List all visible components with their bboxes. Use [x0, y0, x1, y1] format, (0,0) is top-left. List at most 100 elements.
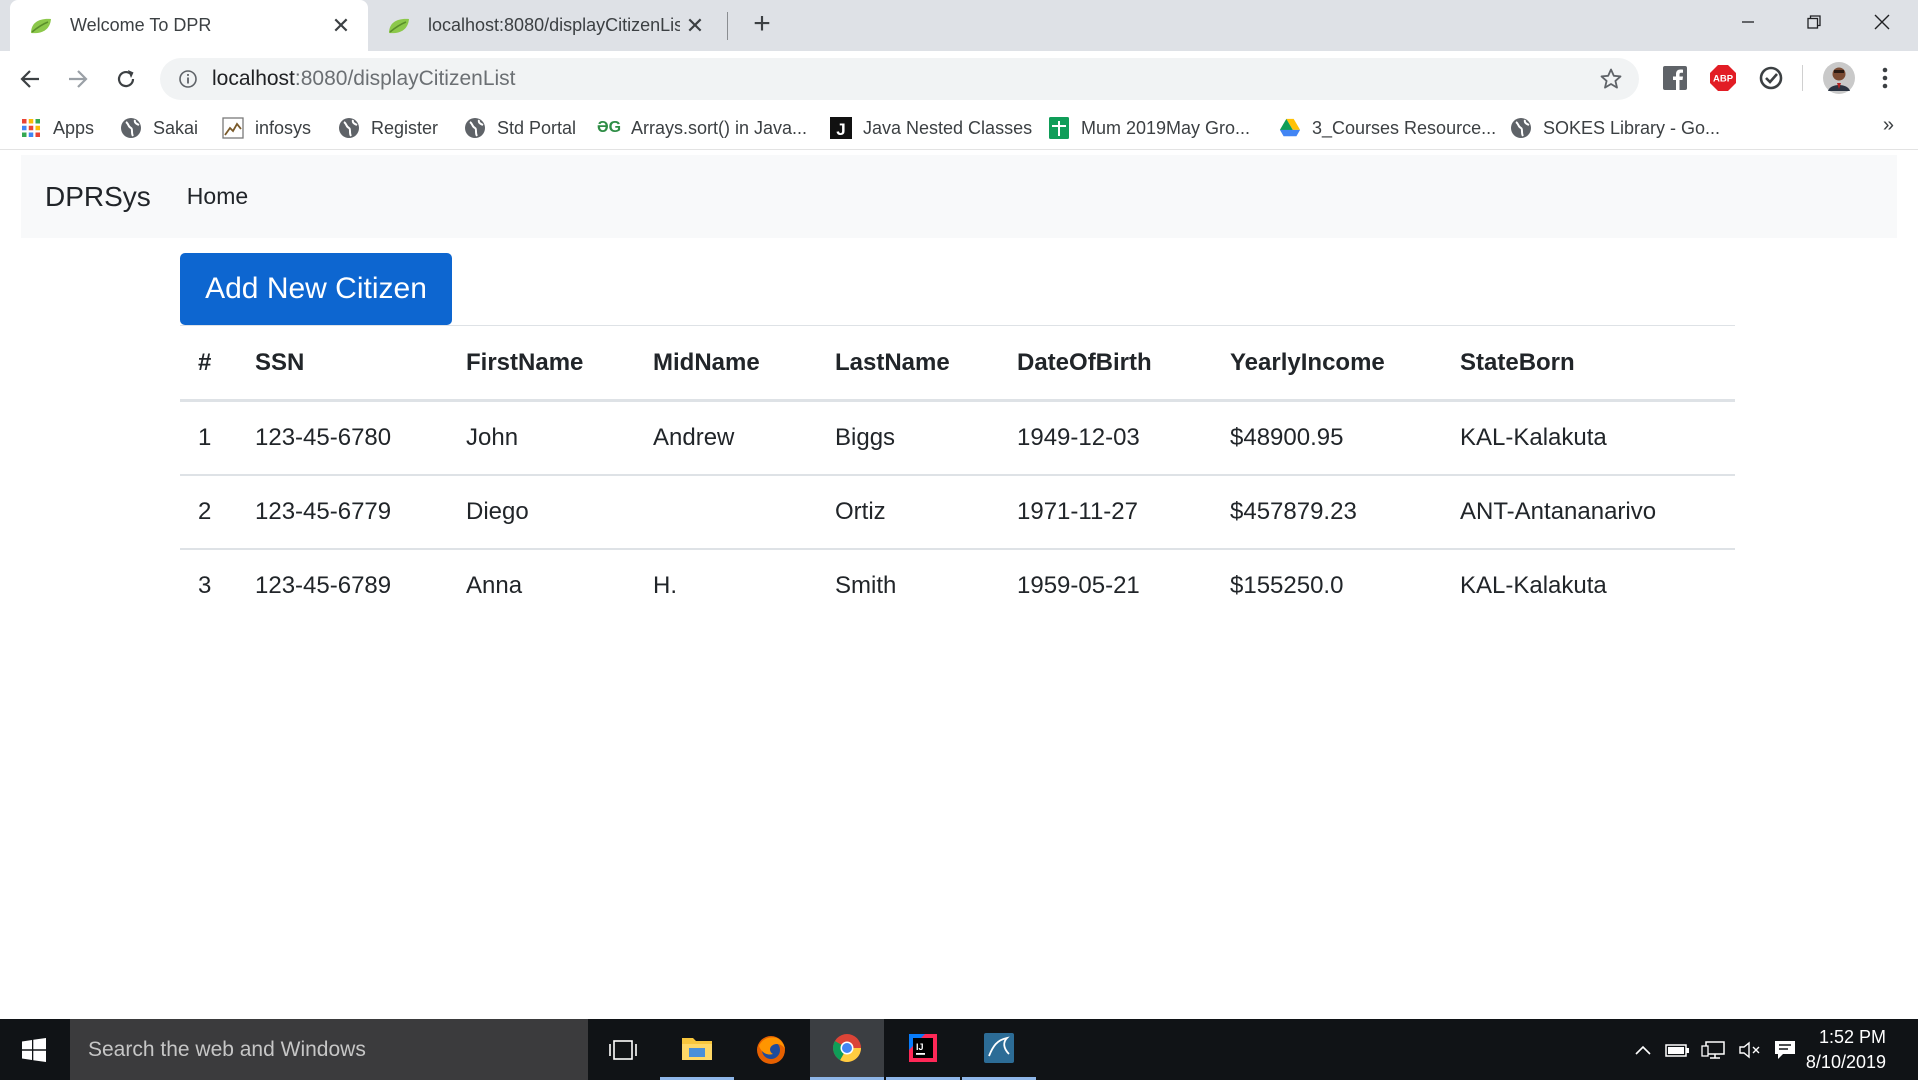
cell-ssn: 123-45-6789	[255, 572, 392, 599]
bookmark-sokes-library[interactable]: SOKES Library - Go...	[1510, 114, 1720, 142]
svg-text:ABP: ABP	[1713, 74, 1734, 85]
bookmark-label: SOKES Library - Go...	[1543, 117, 1721, 138]
taskbar-clock[interactable]: 1:52 PM 8/10/2019	[1790, 1025, 1886, 1075]
url-host: localhost	[212, 67, 295, 90]
bookmark-label: Sakai	[153, 117, 199, 138]
new-tab-plus-icon[interactable]: +	[746, 8, 778, 42]
add-new-citizen-button[interactable]: Add New Citizen	[180, 253, 452, 325]
drive-icon	[1279, 117, 1301, 139]
cell-firstname: Anna	[466, 572, 523, 599]
clock-date: 8/10/2019	[1805, 1052, 1886, 1072]
task-view-icon[interactable]	[586, 1019, 660, 1080]
volume-muted-icon[interactable]	[1736, 1019, 1764, 1080]
bookmark-mum-2019may[interactable]: Mum 2019May Gro...	[1048, 114, 1250, 142]
globe-icon	[338, 117, 360, 139]
sync-extension-icon[interactable]	[1756, 63, 1786, 93]
browser-tab-active[interactable]: Welcome To DPR ✕	[10, 0, 368, 51]
bookmark-label: 3_Courses Resource...	[1312, 117, 1497, 138]
column-header-lastname: LastName	[835, 348, 950, 376]
bookmark-sakai[interactable]: Sakai	[120, 114, 198, 142]
bookmark-label: Register	[371, 117, 439, 138]
svg-text:J: J	[836, 120, 845, 139]
bookmark-label: Apps	[53, 117, 95, 138]
app-navbar: DPRSys Home	[21, 155, 1897, 238]
adblock-plus-icon[interactable]: ABP	[1708, 63, 1738, 93]
column-header-yearlyincome: YearlyIncome	[1230, 348, 1385, 376]
spring-leaf-icon	[28, 16, 56, 36]
tab-close-icon[interactable]: ✕	[680, 13, 710, 39]
bookmark-apps[interactable]: Apps	[20, 114, 94, 142]
bookmark-star-icon[interactable]	[1599, 67, 1623, 91]
cell-lastname: Ortiz	[835, 497, 886, 525]
tab-close-icon[interactable]: ✕	[326, 13, 356, 39]
cell-yearlyincome: $457879.23	[1230, 497, 1357, 525]
close-window-icon[interactable]	[1852, 0, 1912, 44]
cell-firstname: John	[466, 423, 519, 451]
profile-avatar[interactable]	[1822, 61, 1856, 95]
bookmarks-bar: Apps Sakai infosys Register Std Portal Ə…	[0, 106, 1918, 150]
address-bar[interactable]: localhost:8080/displayCitizenList	[160, 58, 1639, 100]
cell-lastname: Biggs	[835, 423, 896, 451]
intellij-idea-icon[interactable]: IJ	[886, 1019, 960, 1080]
cell-index: 2	[198, 497, 212, 525]
bookmark-label: infosys	[255, 117, 312, 138]
column-header-dateofbirth: DateOfBirth	[1017, 348, 1152, 376]
bookmark-std-portal[interactable]: Std Portal	[464, 114, 576, 142]
show-hidden-icons-chevron-icon[interactable]	[1632, 1019, 1654, 1080]
cell-midname	[635, 475, 817, 549]
facebook-icon[interactable]	[1660, 63, 1690, 93]
j-icon: J	[830, 117, 852, 139]
clock-time: 1:52 PM	[1818, 1027, 1886, 1047]
table-row: 1 123-45-6780 John Andrew Biggs 1949-12-…	[180, 401, 1735, 475]
browser-toolbar: localhost:8080/displayCitizenList ABP	[0, 51, 1918, 106]
chrome-icon[interactable]	[810, 1019, 884, 1080]
taskbar-search-box[interactable]: Search the web and Windows	[70, 1019, 588, 1080]
mysql-workbench-icon[interactable]	[962, 1019, 1036, 1080]
bookmark-register[interactable]: Register	[338, 114, 438, 142]
table-header-row: # SSN FirstName MidName LastName DateOfB…	[180, 325, 1735, 401]
firefox-icon[interactable]	[734, 1019, 808, 1080]
url-path: :8080/displayCitizenList	[294, 67, 516, 90]
bookmark-java-nested-classes[interactable]: J Java Nested Classes	[830, 114, 1032, 142]
bookmark-arrays-sort[interactable]: ƏG Arrays.sort() in Java...	[596, 114, 807, 142]
restore-icon[interactable]	[1784, 0, 1844, 44]
nav-link-home[interactable]: Home	[187, 183, 248, 210]
cell-lastname: Smith	[835, 572, 897, 599]
cell-stateborn: ANT-Antananarivo	[1460, 497, 1657, 525]
cell-ssn: 123-45-6780	[255, 423, 392, 451]
site-info-icon[interactable]	[178, 69, 198, 89]
browser-tab[interactable]: localhost:8080/displayCitizenList ✕	[368, 0, 722, 51]
tab-divider	[727, 12, 728, 40]
network-icon[interactable]	[1700, 1019, 1728, 1080]
back-arrow-icon[interactable]	[11, 60, 49, 98]
cell-dateofbirth: 1959-05-21	[1017, 572, 1140, 599]
navbar-brand[interactable]: DPRSys	[45, 181, 151, 213]
column-header-index: #	[198, 348, 212, 376]
minimize-icon[interactable]	[1718, 0, 1778, 44]
tab-title: Welcome To DPR	[70, 15, 212, 35]
page-content: DPRSys Home Add New Citizen # SSN FirstN…	[0, 151, 1918, 1019]
reload-icon[interactable]	[107, 60, 145, 98]
bookmark-courses-resource[interactable]: 3_Courses Resource...	[1279, 114, 1496, 142]
windows-taskbar: Search the web and Windows IJ 1:52 PM 8/…	[0, 1019, 1918, 1080]
column-header-firstname: FirstName	[466, 348, 584, 376]
file-explorer-icon[interactable]	[660, 1019, 734, 1080]
cell-midname: Andrew	[653, 423, 735, 451]
kebab-menu-icon[interactable]	[1870, 63, 1900, 93]
windows-start-icon[interactable]	[0, 1019, 68, 1080]
spring-leaf-icon	[386, 16, 414, 36]
table-row: 3 123-45-6789 Anna H. Smith 1959-05-21 $…	[180, 549, 1735, 623]
bookmarks-overflow-icon[interactable]: »	[1883, 114, 1894, 137]
battery-icon[interactable]	[1664, 1019, 1692, 1080]
column-header-midname: MidName	[653, 348, 760, 376]
cell-dateofbirth: 1971-11-27	[1017, 497, 1138, 525]
cell-dateofbirth: 1949-12-03	[1017, 423, 1140, 451]
geeksforgeeks-icon: ƏG	[596, 119, 622, 136]
cell-stateborn: KAL-Kalakuta	[1460, 572, 1607, 599]
forward-arrow-icon[interactable]	[59, 60, 97, 98]
cell-midname: H.	[653, 572, 677, 599]
apps-grid-icon	[20, 117, 42, 139]
globe-icon	[120, 117, 142, 139]
table-row: 2 123-45-6779 Diego Ortiz 1971-11-27 $45…	[180, 475, 1735, 549]
bookmark-infosys[interactable]: infosys	[222, 114, 311, 142]
